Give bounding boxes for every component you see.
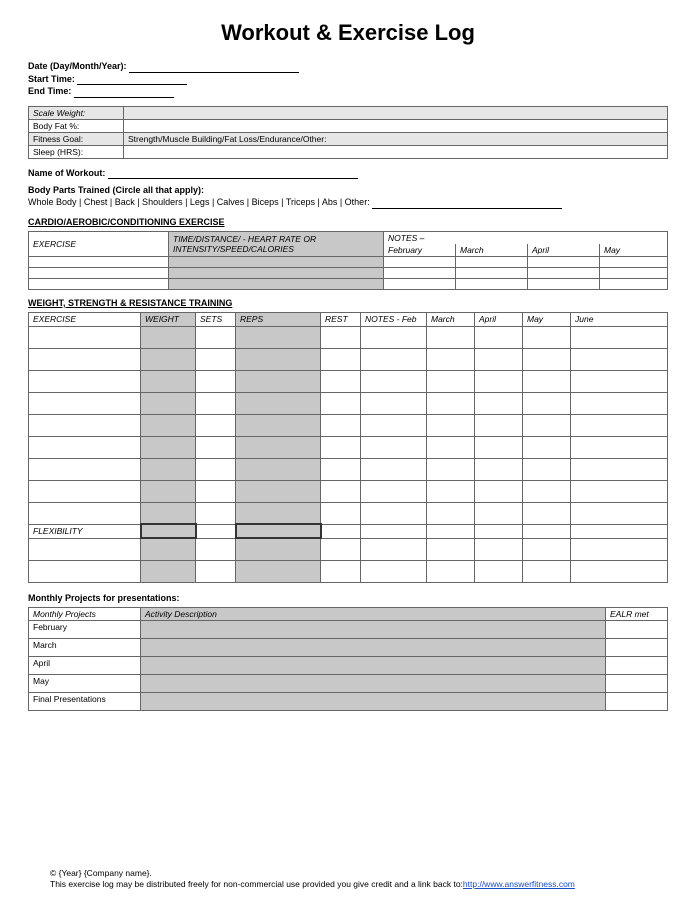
cardio-col-notes: NOTES – — [384, 231, 668, 244]
strength-heading: WEIGHT, STRENGTH & RESISTANCE TRAINING — [28, 298, 668, 308]
projects-row-3: May — [29, 674, 141, 692]
flexibility-label: FLEXIBILITY — [29, 524, 141, 538]
strength-col-exercise: EXERCISE — [29, 312, 141, 326]
info-table: Scale Weight: Body Fat %: Fitness Goal: … — [28, 106, 668, 159]
start-time-field: Start Time: — [28, 73, 668, 86]
strength-month-1: April — [475, 312, 523, 326]
date-field: Date (Day/Month/Year): — [28, 60, 668, 73]
projects-row-2: April — [29, 656, 141, 674]
strength-table: EXERCISE WEIGHT SETS REPS REST NOTES - F… — [28, 312, 668, 583]
scale-weight-value — [124, 106, 668, 119]
strength-col-notes: NOTES - Feb — [361, 312, 427, 326]
projects-col-activity: Activity Description — [141, 607, 606, 620]
strength-col-sets: SETS — [196, 312, 236, 326]
end-time-field: End Time: — [28, 85, 668, 98]
strength-col-reps: REPS — [236, 312, 321, 326]
projects-heading: Monthly Projects for presentations: — [28, 593, 668, 603]
cardio-month-3: May — [600, 244, 668, 257]
body-fat-value — [124, 119, 668, 132]
footer: © {Year} {Company name}. This exercise l… — [50, 868, 668, 890]
strength-month-2: May — [523, 312, 571, 326]
fitness-goal-value: Strength/Muscle Building/Fat Loss/Endura… — [124, 132, 668, 145]
cardio-table: EXERCISE TIME/DISTANCE/ - HEART RATE OR … — [28, 231, 668, 290]
projects-row-4: Final Presentations — [29, 692, 141, 710]
strength-col-rest: REST — [321, 312, 361, 326]
scale-weight-label: Scale Weight: — [29, 106, 124, 119]
cardio-col-time: TIME/DISTANCE/ - HEART RATE OR INTENSITY… — [169, 231, 384, 256]
sleep-label: Sleep (HRS): — [29, 145, 124, 158]
projects-row-0: February — [29, 620, 141, 638]
strength-col-weight: WEIGHT — [141, 312, 196, 326]
cardio-month-1: March — [456, 244, 528, 257]
projects-table: Monthly Projects Activity Description EA… — [28, 607, 668, 711]
fitness-goal-label: Fitness Goal: — [29, 132, 124, 145]
workout-name-field: Name of Workout: — [28, 167, 668, 180]
page-title: Workout & Exercise Log — [28, 20, 668, 46]
footer-link[interactable]: http://www.answerfitness.com — [463, 879, 575, 889]
body-parts-section: Body Parts Trained (Circle all that appl… — [28, 185, 668, 208]
sleep-value — [124, 145, 668, 158]
projects-row-1: March — [29, 638, 141, 656]
strength-month-3: June — [571, 312, 668, 326]
projects-col-ealr: EALR met — [606, 607, 668, 620]
body-fat-label: Body Fat %: — [29, 119, 124, 132]
cardio-month-2: April — [528, 244, 600, 257]
strength-month-0: March — [427, 312, 475, 326]
cardio-month-0: February — [384, 244, 456, 257]
projects-col-monthly: Monthly Projects — [29, 607, 141, 620]
cardio-heading: CARDIO/AEROBIC/CONDITIONING EXERCISE — [28, 217, 668, 227]
cardio-col-exercise: EXERCISE — [29, 231, 169, 256]
